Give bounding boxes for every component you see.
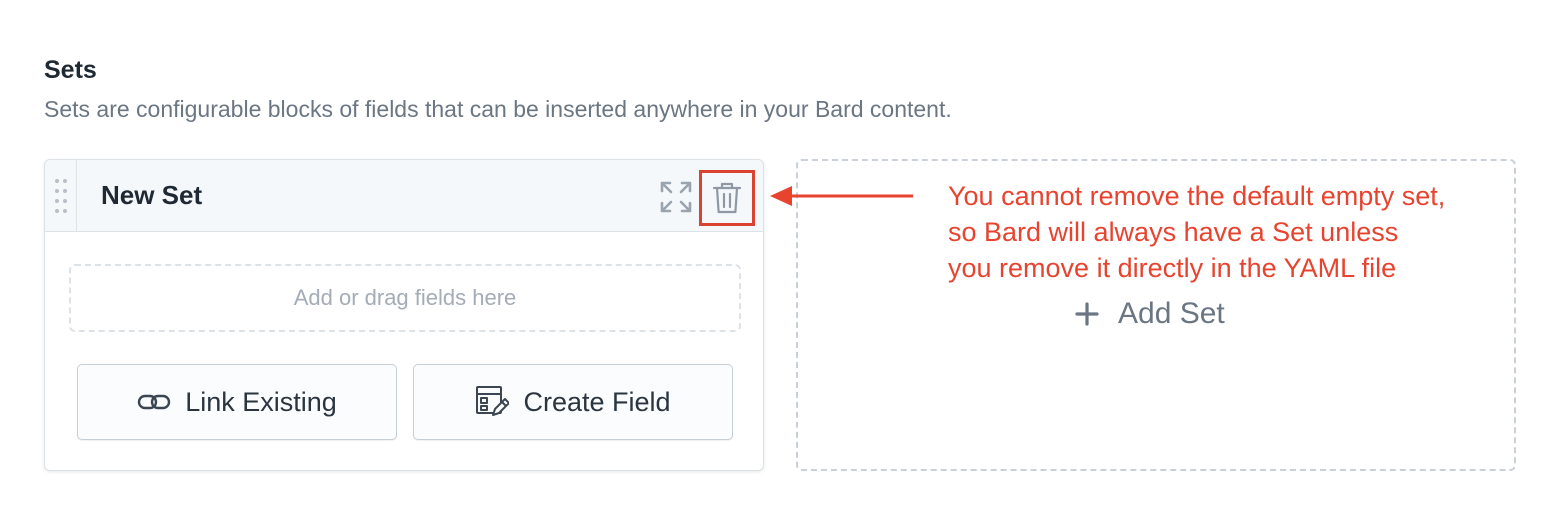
annotation-arrow [770,186,913,206]
annotation-line: You cannot remove the default empty set, [948,181,1446,211]
link-existing-label: Link Existing [185,386,337,417]
add-set-label: Add Set [1118,297,1225,330]
annotation-line: so Bard will always have a Set unless [948,217,1399,247]
annotation-note: You cannot remove the default empty set,… [948,178,1528,286]
set-header: New Set [45,160,763,232]
create-field-label: Create Field [523,386,671,417]
form-field-edit-icon [476,386,510,416]
section-description: Sets are configurable blocks of fields t… [44,96,952,122]
section-title: Sets [44,56,97,84]
set-name[interactable]: New Set [101,180,202,211]
link-icon [138,394,171,410]
trash-icon [712,182,742,214]
plus-icon [1075,302,1099,326]
expand-icon[interactable] [659,180,693,214]
field-drop-zone[interactable]: Add or drag fields here [69,264,741,332]
drag-handle-icon[interactable] [45,160,77,232]
annotation-line: you remove it directly in the YAML file [948,253,1397,283]
link-existing-button[interactable]: Link Existing [77,364,397,440]
add-set-button[interactable]: Add Set [1074,297,1225,331]
set-card: New Set Add or drag fields here Link Exi… [44,159,764,471]
delete-set-button[interactable] [699,170,755,226]
create-field-button[interactable]: Create Field [413,364,733,440]
